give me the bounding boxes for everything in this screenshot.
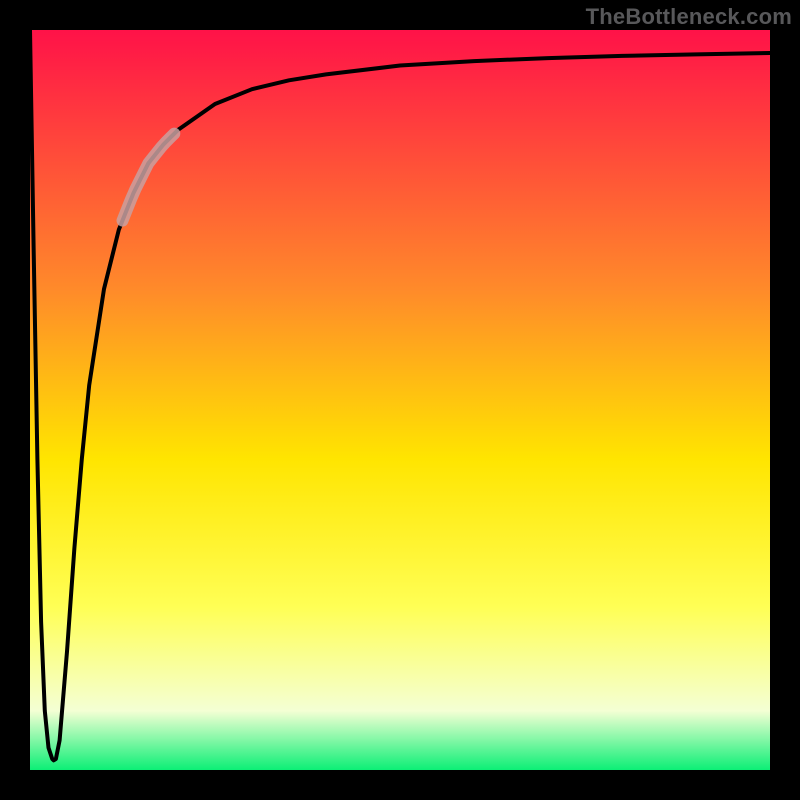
chart-frame: TheBottleneck.com	[0, 0, 800, 800]
chart-canvas	[0, 0, 800, 800]
plot-area	[30, 30, 770, 770]
watermark-text: TheBottleneck.com	[586, 4, 792, 30]
